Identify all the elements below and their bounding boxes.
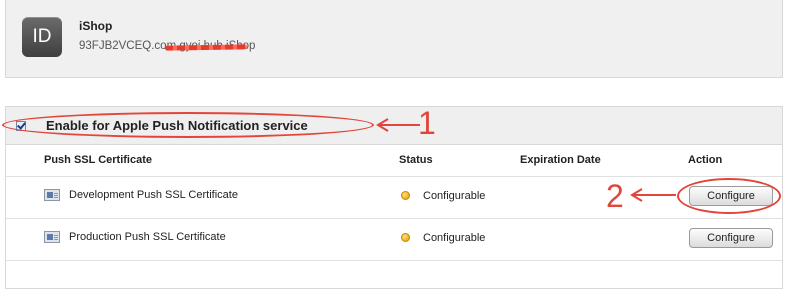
status-dot-icon	[401, 191, 410, 200]
app-id-icon: ID	[22, 17, 62, 57]
status-text: Configurable	[423, 232, 486, 244]
status-dot-icon	[401, 233, 410, 242]
certificate-icon	[44, 231, 60, 243]
annotation-arrow-2	[630, 188, 676, 202]
app-bundle-id: 93FJB2VCEQ.com.gyoi.hub.iShop	[79, 40, 255, 52]
certificate-name: Development Push SSL Certificate	[69, 189, 238, 201]
certificate-icon	[44, 189, 60, 201]
column-header-certificate: Push SSL Certificate	[44, 154, 152, 166]
status-text: Configurable	[423, 190, 486, 202]
divider	[6, 218, 782, 219]
app-summary-panel: ID iShop 93FJB2VCEQ.com.gyoi.hub.iShop	[5, 0, 783, 78]
certificate-name: Production Push SSL Certificate	[69, 231, 226, 243]
annotation-ellipse-1	[2, 112, 374, 138]
app-icon-text: ID	[32, 26, 52, 47]
app-name: iShop	[79, 19, 113, 33]
divider	[6, 260, 782, 261]
configure-production-button[interactable]: Configure	[689, 228, 773, 248]
annotation-arrow-1	[376, 118, 420, 132]
column-header-expiration: Expiration Date	[520, 154, 601, 166]
annotation-ellipse-2	[677, 178, 781, 214]
column-header-action: Action	[688, 154, 723, 166]
column-header-status: Status	[399, 154, 433, 166]
annotation-number-1: 1	[418, 105, 436, 141]
annotation-number-2: 2	[606, 178, 624, 214]
divider	[6, 176, 782, 177]
